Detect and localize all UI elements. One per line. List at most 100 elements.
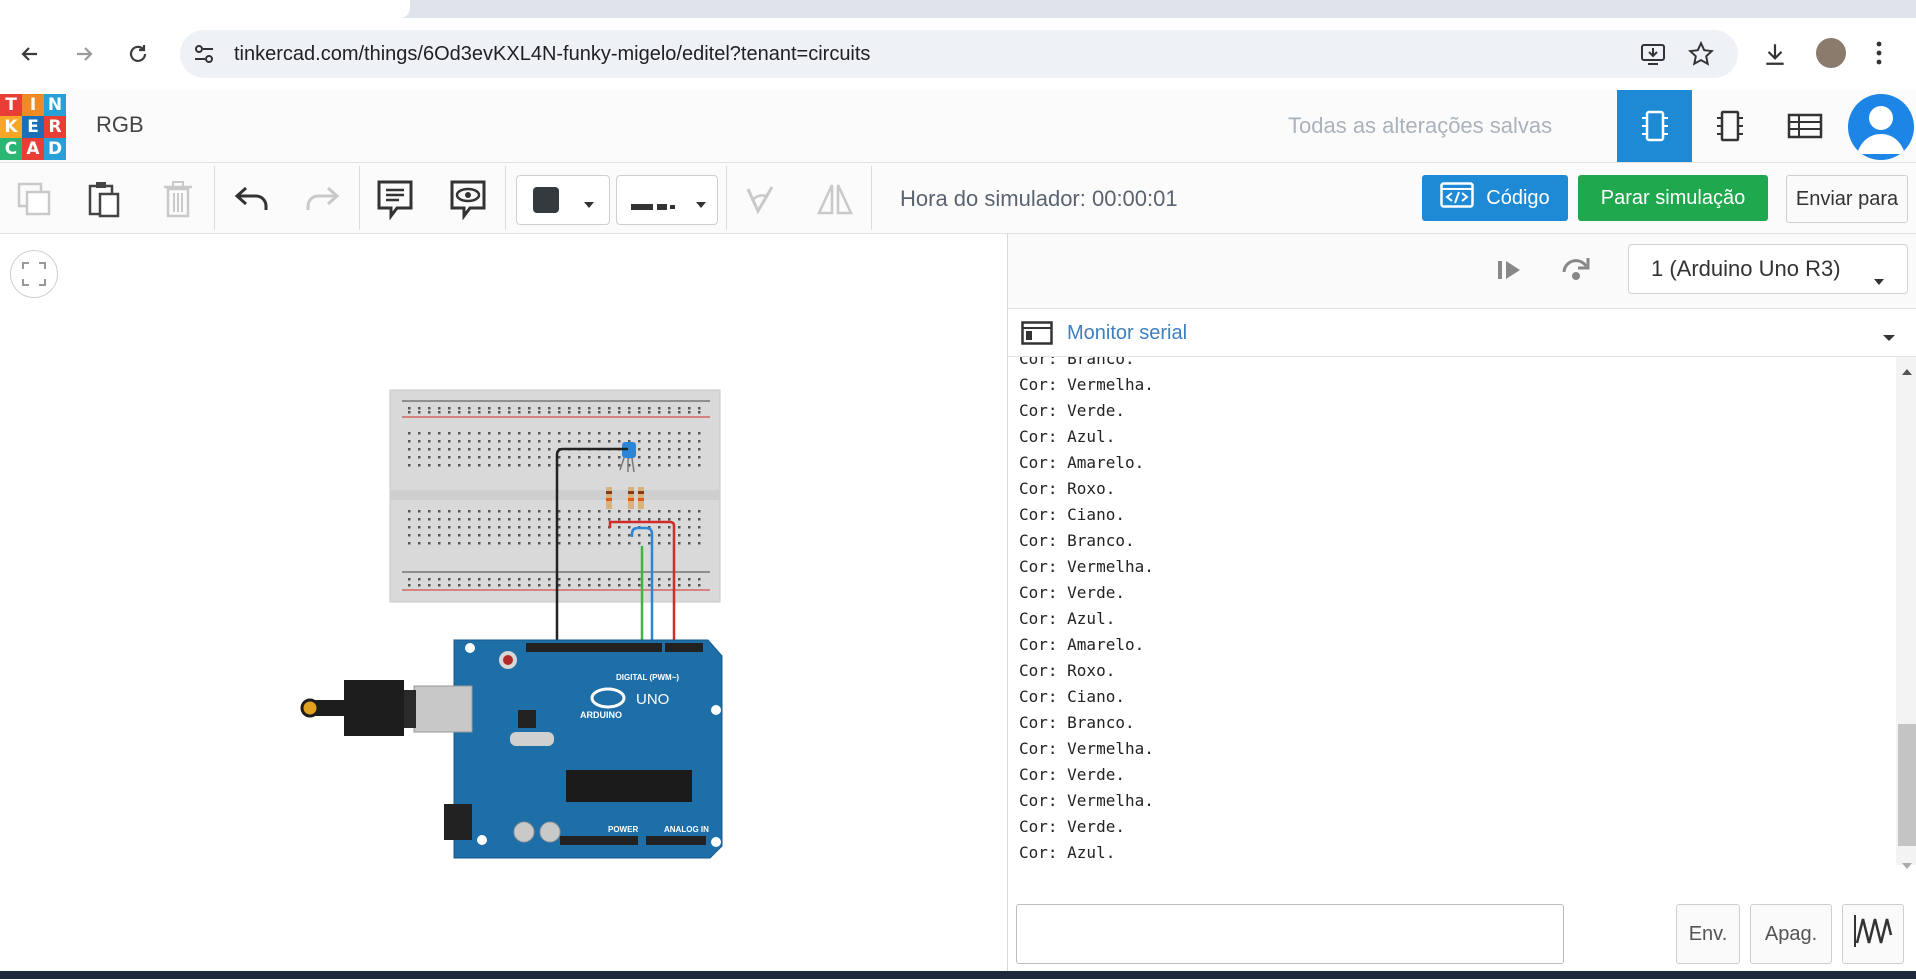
redo-icon[interactable] [300, 178, 344, 220]
scroll-up-icon[interactable] [1902, 362, 1912, 380]
scroll-down-icon[interactable] [1902, 856, 1912, 874]
url-text[interactable]: tinkercad.com/things/6Od3evKXL4N-funky-m… [234, 43, 870, 66]
serial-line: Cor: Vermelha. [1019, 375, 1154, 394]
reload-icon[interactable] [118, 34, 158, 74]
circuit-view-button[interactable] [1617, 90, 1692, 162]
serial-line: Cor: Verde. [1019, 817, 1125, 836]
graph-icon [1853, 913, 1893, 955]
serial-line: Cor: Vermelha. [1019, 739, 1154, 758]
serial-line: Cor: Amarelo. [1019, 453, 1145, 472]
arduino-brand: ARDUINO [580, 710, 622, 720]
serial-input-field[interactable] [1016, 904, 1564, 964]
usb-cable[interactable] [300, 680, 473, 736]
toolbar-separator [359, 166, 360, 230]
fill-color-dropdown[interactable] [516, 175, 610, 225]
collapse-chevron-icon[interactable] [1882, 329, 1896, 347]
browser-active-tab[interactable] [0, 0, 410, 18]
circuit-diagram[interactable]: ARDUINO UNO DIGITAL (PWM~) POWER ANALOG … [270, 380, 730, 860]
logo-letter: C [0, 138, 22, 160]
serial-send-button[interactable]: Env. [1676, 904, 1740, 964]
serial-line: Cor: Vermelha. [1019, 791, 1154, 810]
color-swatch [533, 187, 559, 213]
serial-output: Cor: Branco. Cor: Vermelha. Cor: Verde. … [1008, 357, 1894, 865]
fit-view-button[interactable] [10, 250, 58, 298]
logo-letter: T [0, 94, 22, 116]
serial-line: Cor: Ciano. [1019, 505, 1125, 524]
project-name[interactable]: RGB [96, 112, 144, 138]
delete-icon[interactable] [156, 178, 200, 220]
site-info-icon[interactable] [193, 44, 215, 69]
logo-letter: K [0, 116, 22, 138]
bookmark-star-icon[interactable] [1687, 40, 1715, 72]
stop-simulation-button[interactable]: Parar simulação [1578, 175, 1768, 221]
toolbar-separator [214, 166, 215, 230]
send-to-button[interactable]: Enviar para [1786, 175, 1908, 223]
resistor[interactable] [638, 487, 644, 509]
serial-line: Cor: Branco. [1019, 713, 1135, 732]
simulator-time: Hora do simulador: 00:00:01 [900, 186, 1178, 211]
serial-monitor-icon [1021, 321, 1053, 350]
serial-line: Cor: Azul. [1019, 843, 1116, 862]
serial-line: Cor: Azul. [1019, 609, 1116, 628]
wire-type-dropdown[interactable] [616, 175, 718, 225]
serial-line: Cor: Verde. [1019, 401, 1125, 420]
profile-avatar[interactable] [1816, 38, 1846, 68]
back-icon[interactable] [10, 34, 50, 74]
component-list-button[interactable] [1767, 90, 1842, 162]
notes-icon[interactable] [373, 178, 417, 220]
user-avatar[interactable] [1848, 94, 1914, 160]
serial-plotter-button[interactable] [1842, 904, 1904, 964]
logo-letter: N [44, 94, 66, 116]
serial-line: Cor: Vermelha. [1019, 557, 1154, 576]
digital-header-label: DIGITAL (PWM~) [616, 673, 679, 682]
serial-line: Cor: Verde. [1019, 765, 1125, 784]
serial-line: Cor: Ciano. [1019, 687, 1125, 706]
code-button-label: Código [1486, 186, 1550, 209]
serial-line: Cor: Roxo. [1019, 479, 1116, 498]
analog-header-label: ANALOG IN [664, 825, 709, 834]
toolbar-separator [726, 166, 727, 230]
logo-letter: A [22, 138, 44, 160]
forward-icon[interactable] [64, 34, 104, 74]
taskbar-strip [0, 971, 1916, 979]
paste-icon[interactable] [82, 178, 126, 220]
code-button[interactable]: Código [1422, 175, 1568, 221]
logo-letter: E [22, 116, 44, 138]
serial-line: Cor: Amarelo. [1019, 635, 1145, 654]
serial-line: Cor: Branco. [1019, 531, 1135, 550]
serial-monitor-title: Monitor serial [1067, 322, 1188, 344]
logo-letter: D [44, 138, 66, 160]
rotate-icon[interactable] [738, 178, 782, 220]
power-header-label: POWER [608, 825, 638, 834]
arduino-model: UNO [636, 691, 669, 708]
wire-style-icon [631, 197, 675, 215]
browser-menu-icon[interactable] [1874, 40, 1884, 71]
serial-line: Cor: Branco. [1019, 357, 1135, 368]
tinkercad-logo[interactable]: T I N K E R C A D [0, 94, 66, 160]
device-select[interactable]: 1 (Arduino Uno R3) [1628, 244, 1908, 294]
toolbar-separator [871, 166, 872, 230]
serial-clear-button[interactable]: Apag. [1750, 904, 1832, 964]
breadboard[interactable] [389, 389, 721, 603]
resistor[interactable] [606, 487, 612, 509]
chevron-down-icon [695, 196, 707, 214]
downloads-icon[interactable] [1762, 41, 1788, 72]
code-editor-icon [1440, 182, 1475, 214]
step-icon[interactable] [1494, 258, 1524, 287]
serial-line: Cor: Verde. [1019, 583, 1125, 602]
copy-icon[interactable] [12, 178, 56, 220]
serial-line: Cor: Roxo. [1019, 661, 1116, 680]
toolbar-separator [505, 166, 506, 230]
serial-line: Cor: Azul. [1019, 427, 1116, 446]
chevron-down-icon [1873, 266, 1885, 292]
step-over-icon[interactable] [1560, 256, 1592, 287]
install-app-icon[interactable] [1640, 42, 1666, 71]
serial-scrollbar-thumb[interactable] [1898, 724, 1916, 846]
flip-icon[interactable] [813, 178, 857, 220]
logo-letter: R [44, 116, 66, 138]
toggle-notes-visibility-icon[interactable] [446, 178, 490, 220]
resistor[interactable] [628, 487, 634, 509]
schematic-view-button[interactable] [1692, 90, 1767, 162]
arduino-uno-board[interactable]: ARDUINO UNO DIGITAL (PWM~) POWER ANALOG … [444, 639, 723, 859]
undo-icon[interactable] [230, 178, 274, 220]
